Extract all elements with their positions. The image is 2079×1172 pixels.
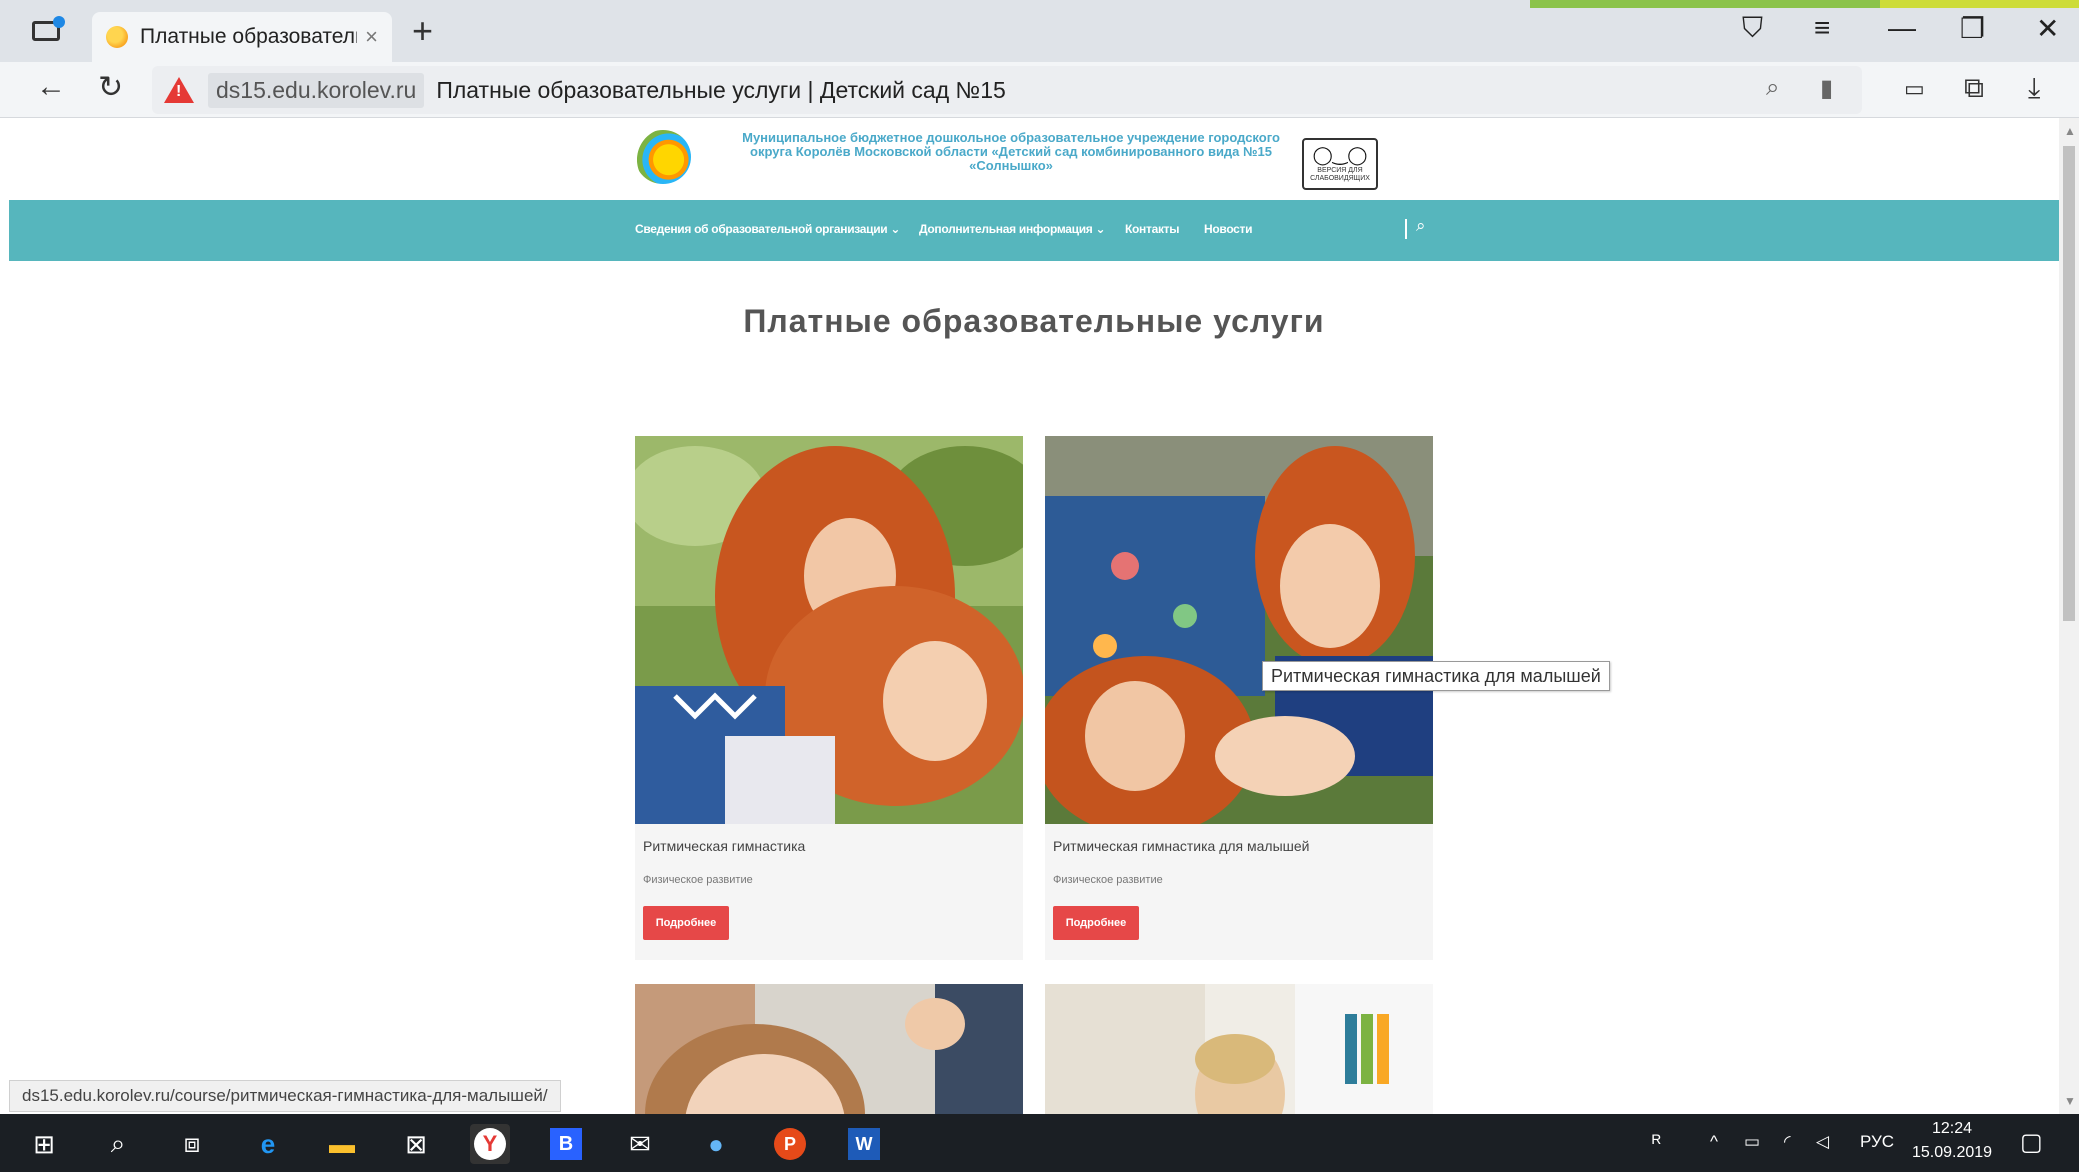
file-explorer-icon[interactable]: ▬ (322, 1124, 362, 1164)
clock-date[interactable]: 15.09.2019 (1912, 1144, 1992, 1162)
address-domain: ds15.edu.korolev.ru (208, 72, 425, 108)
course-category: Физическое развитие (643, 874, 753, 886)
scroll-down-icon[interactable]: ▼ (2064, 1094, 2076, 1108)
people-icon[interactable]: ᴿ (1652, 1132, 1661, 1155)
reload-icon[interactable]: ↻ (98, 70, 123, 105)
close-window-icon[interactable]: ✕ (2036, 12, 2059, 45)
security-warning-icon[interactable]: ! (164, 77, 194, 103)
word-icon[interactable]: W (844, 1124, 884, 1164)
vk-app-icon[interactable]: B (546, 1124, 586, 1164)
chat-icon[interactable]: ● (696, 1124, 736, 1164)
main-menu: Сведения об образовательной организации … (9, 200, 2059, 261)
course-name[interactable]: Ритмическая гимнастика для малышей (1053, 838, 1309, 854)
link-tooltip: Ритмическая гимнастика для малышей (1262, 661, 1610, 691)
site-favicon-icon (106, 26, 128, 48)
battery-saver-icon[interactable]: ▭ (1904, 76, 1925, 102)
low-vision-version-button[interactable]: ◯‿◯ ВЕРСИЯ ДЛЯ СЛАБОВИДЯЩИХ (1302, 138, 1378, 190)
course-category: Физическое развитие (1053, 874, 1163, 886)
battery-icon[interactable]: ▭ (1744, 1132, 1760, 1152)
new-tab-button[interactable]: + (412, 10, 433, 52)
glasses-icon: ◯‿◯ (1312, 144, 1368, 165)
clock-time[interactable]: 12:24 (1932, 1120, 1972, 1138)
search-icon[interactable]: ⌕ (1416, 216, 1426, 236)
menu-item-contacts[interactable]: Контакты (1125, 222, 1179, 236)
site-header: Муниципальное бюджетное дошкольное образ… (9, 118, 2059, 200)
menu-item-organization-info[interactable]: Сведения об образовательной организации … (635, 222, 900, 236)
mail-icon[interactable]: ✉ (620, 1124, 660, 1164)
scrollbar-thumb[interactable] (2063, 146, 2075, 621)
decorative-accent (1880, 0, 2079, 8)
show-hidden-icons-icon[interactable]: ^ (1710, 1132, 1718, 1152)
course-card[interactable] (1045, 984, 1433, 1114)
edge-browser-icon[interactable]: e (248, 1124, 288, 1164)
course-card[interactable]: Ритмическая гимнастика Физическое развит… (635, 436, 1023, 960)
tab-title: Платные образовательн (140, 25, 358, 48)
course-card[interactable]: Ритмическая гимнастика для малышей Физич… (1045, 436, 1433, 960)
notifications-icon[interactable]: ▢ (2020, 1128, 2043, 1157)
course-photo[interactable] (1045, 436, 1433, 824)
address-page-title: Платные образовательные услуги | Детский… (436, 76, 1006, 103)
menu-item-news[interactable]: Новости (1204, 222, 1253, 236)
page-viewport: Муниципальное бюджетное дошкольное образ… (9, 118, 2059, 1114)
course-name[interactable]: Ритмическая гимнастика (643, 838, 805, 854)
menu-item-additional-info[interactable]: Дополнительная информация ⌄ (919, 222, 1106, 236)
browser-tab[interactable]: Платные образовательн × (92, 12, 392, 62)
scroll-up-icon[interactable]: ▲ (2064, 124, 2076, 138)
page-title: Платные образовательные услуги (743, 303, 1325, 339)
windows-taskbar: ⊞ ⌕ ⧈ e ▬ ⊠ Y B ✉ ● P W ᴿ ^ ▭ ◜ ◁ РУС 12… (0, 1114, 2079, 1172)
status-url: ds15.edu.korolev.ru/course/ритмическая-г… (9, 1080, 561, 1112)
course-photo[interactable] (635, 984, 1023, 1114)
low-vision-label: ВЕРСИЯ ДЛЯ СЛАБОВИДЯЩИХ (1310, 166, 1370, 182)
tabs-panel-icon[interactable] (28, 16, 65, 46)
download-icon[interactable]: ⤓ (2028, 72, 2040, 105)
details-button[interactable]: Подробнее (643, 906, 729, 940)
minimize-icon[interactable]: — (1888, 12, 1916, 44)
tab-close-icon[interactable]: × (365, 24, 378, 50)
search-icon[interactable]: ⌕ (98, 1124, 138, 1164)
course-photo[interactable] (1045, 984, 1433, 1114)
bookmark-icon[interactable]: ▮ (1820, 74, 1833, 103)
windows-start-icon[interactable]: ⊞ (24, 1124, 64, 1164)
kindergarten-logo[interactable] (635, 130, 691, 184)
organization-name[interactable]: Муниципальное бюджетное дошкольное образ… (721, 131, 1301, 173)
search-page-icon[interactable]: ⌕ (1766, 74, 1779, 102)
browser-toolbar: ← ↻ ! ds15.edu.korolev.ru Платные образо… (0, 62, 2079, 118)
volume-icon[interactable]: ◁ (1816, 1132, 1829, 1152)
restore-icon[interactable]: ❐ (1960, 12, 1985, 45)
language-indicator[interactable]: РУС (1860, 1132, 1894, 1152)
wifi-icon[interactable]: ◜ (1784, 1132, 1791, 1152)
course-card[interactable] (635, 984, 1023, 1114)
page-scrollbar[interactable]: ▲ ▼ (2059, 118, 2079, 1114)
address-bar[interactable]: ! ds15.edu.korolev.ru Платные образовате… (152, 66, 1862, 114)
store-icon[interactable]: ⊠ (396, 1124, 436, 1164)
bookmarks-panel-icon[interactable]: ⛉ (1742, 12, 1763, 45)
extension-icon[interactable]: ⧉ (1964, 72, 1984, 105)
browser-tab-strip: Платные образовательн × + ⛉ ≡ — ❐ ✕ (0, 0, 2079, 62)
yandex-browser-icon[interactable]: Y (470, 1124, 510, 1164)
task-view-icon[interactable]: ⧈ (172, 1124, 212, 1164)
course-photo[interactable] (635, 436, 1023, 824)
menu-icon[interactable]: ≡ (1814, 12, 1830, 44)
menu-divider (1405, 219, 1407, 239)
back-arrow-icon[interactable]: ← (36, 70, 66, 104)
powerpoint-icon[interactable]: P (770, 1124, 810, 1164)
details-button[interactable]: Подробнее (1053, 906, 1139, 940)
